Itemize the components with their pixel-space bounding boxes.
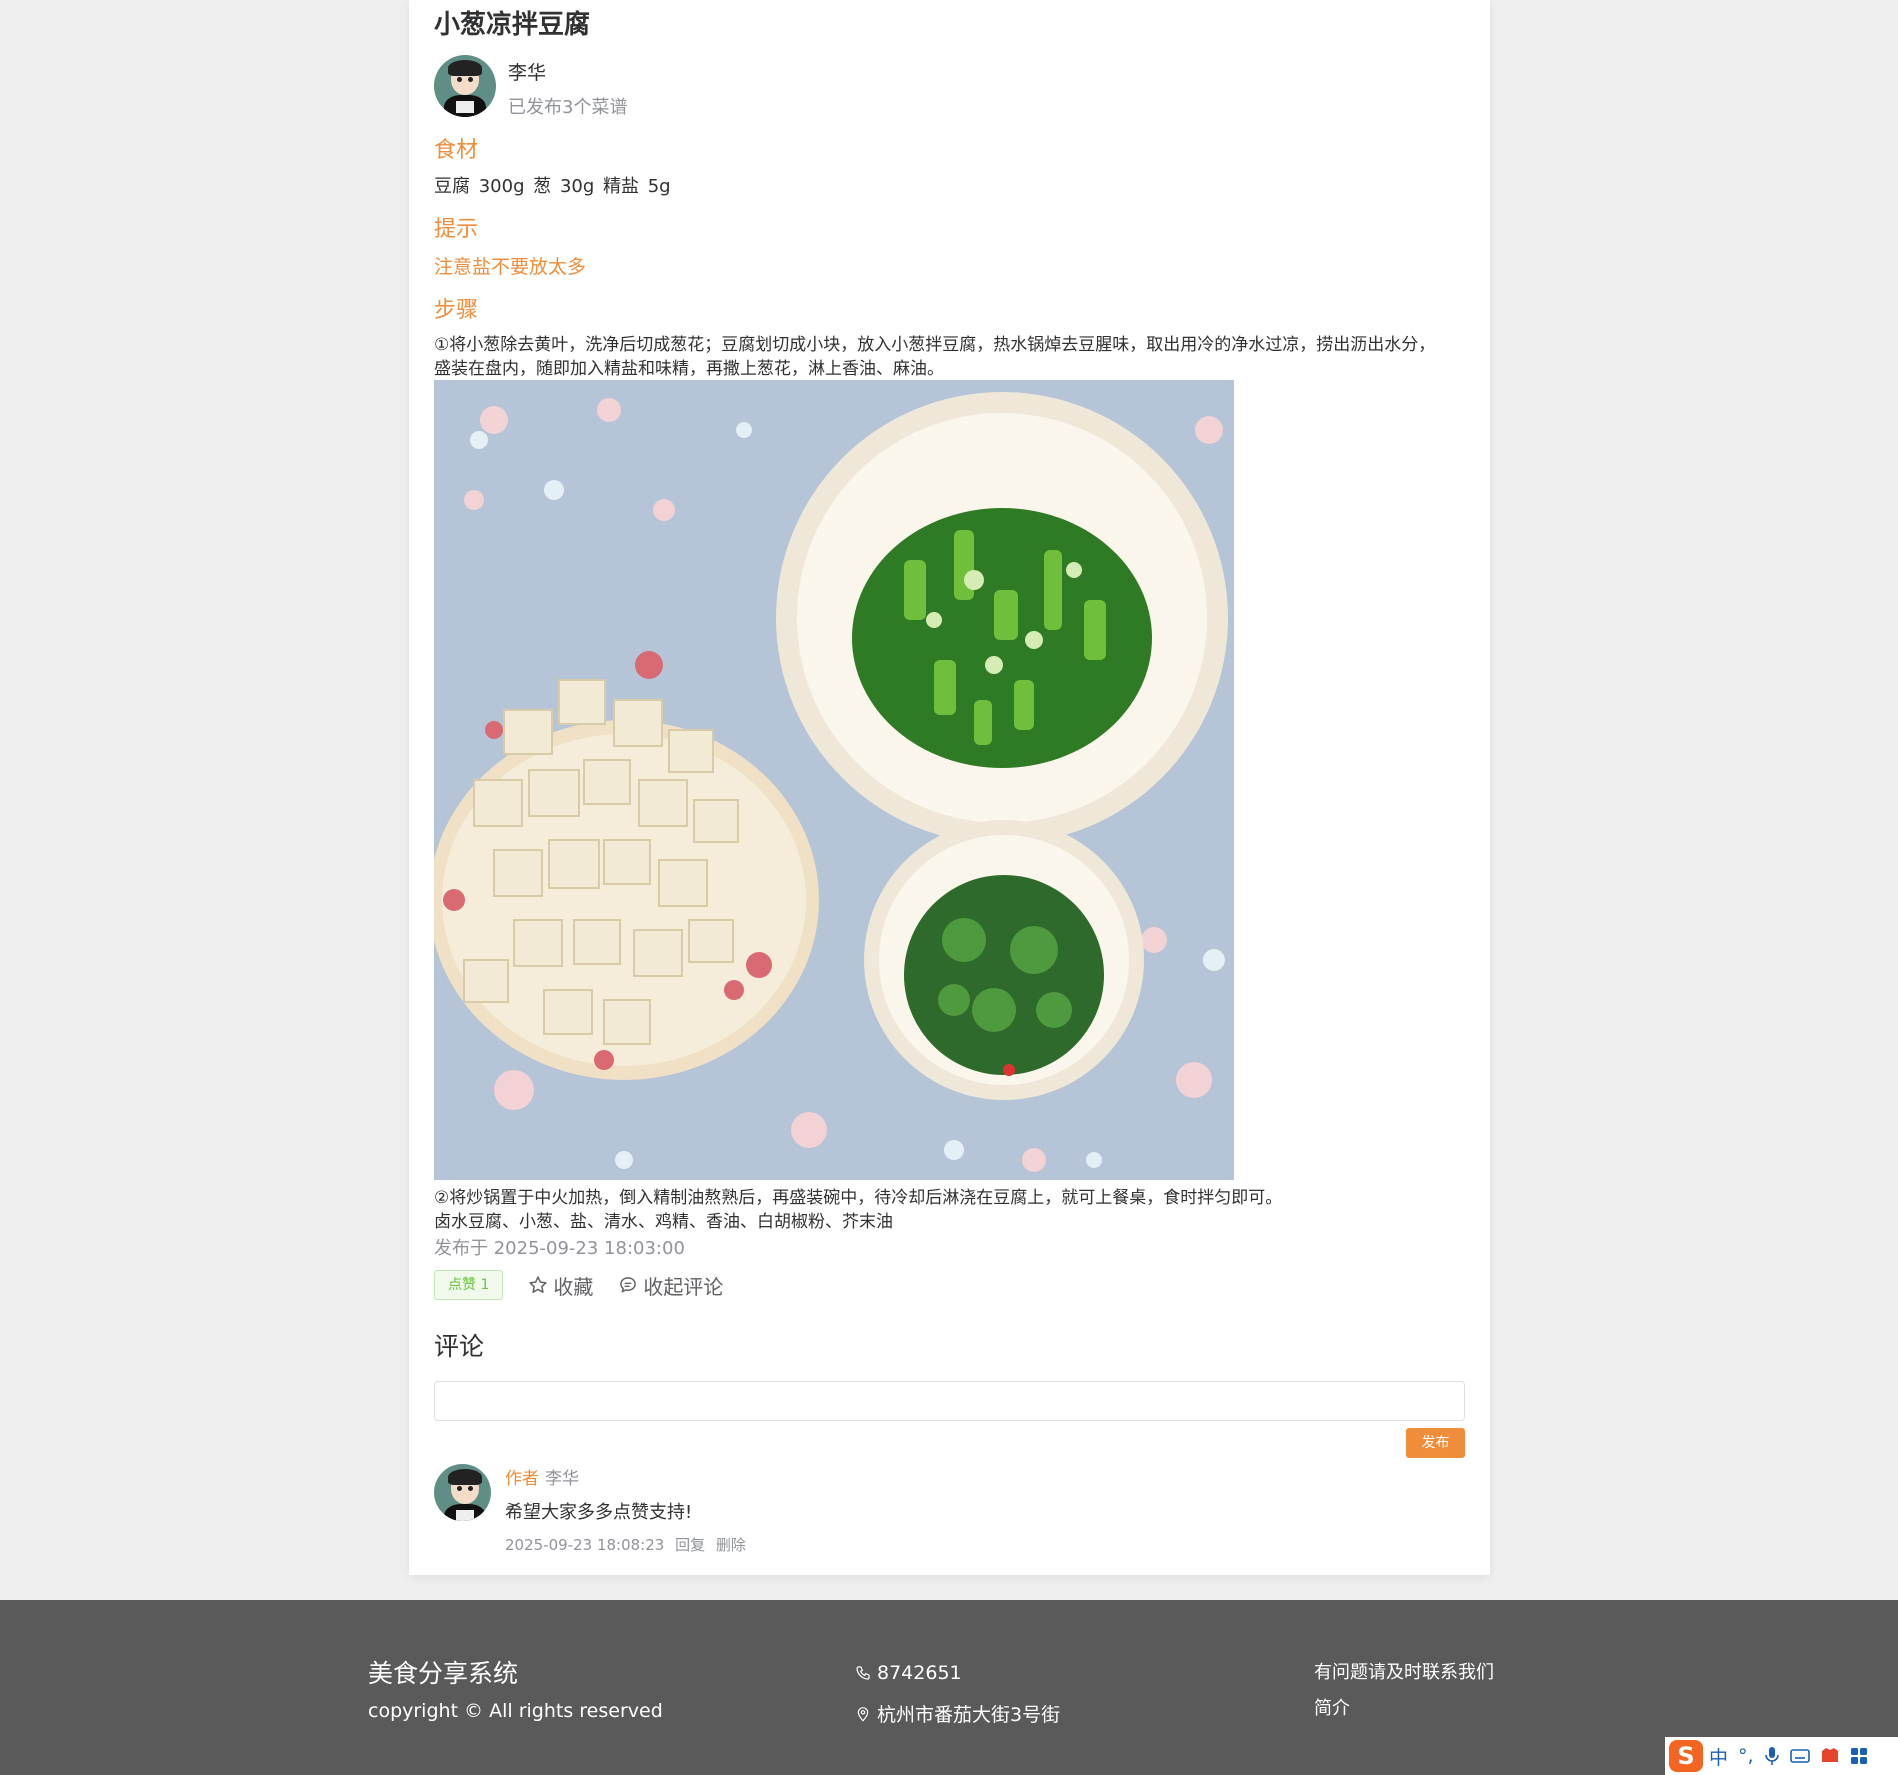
- favorite-label: 收藏: [553, 1274, 594, 1299]
- reply-link[interactable]: 回复: [675, 1536, 705, 1554]
- ime-punct[interactable]: °,: [1738, 1745, 1754, 1767]
- commenter-name: 李华: [545, 1469, 579, 1489]
- phone-icon: [856, 1666, 870, 1680]
- keyboard-icon[interactable]: [1789, 1748, 1810, 1764]
- comment-item: 作者 李华 希望大家多多点赞支持! 2025-09-23 18:08:23 回复 …: [434, 1464, 752, 1555]
- recipe-photo: [434, 380, 1234, 1180]
- footer-brand: 美食分享系统: [368, 1659, 519, 1688]
- site-footer: 美食分享系统 copyright © All rights reserved 8…: [0, 1600, 1898, 1775]
- toolbox-icon[interactable]: [1850, 1747, 1868, 1765]
- microphone-icon[interactable]: [1764, 1746, 1780, 1766]
- ime-mode[interactable]: 中: [1709, 1743, 1728, 1770]
- collapse-comments-label: 收起评论: [643, 1274, 724, 1299]
- footer-phone: 8742651: [855, 1662, 962, 1684]
- footer-address-text: 杭州市番茄大街3号街: [877, 1704, 1061, 1726]
- comment-time: 2025-09-23 18:08:23: [505, 1536, 665, 1554]
- publish-comment-button[interactable]: 发布: [1406, 1428, 1465, 1458]
- footer-phone-number: 8742651: [877, 1662, 962, 1684]
- ingredients-heading: 食材: [434, 138, 479, 163]
- skin-icon[interactable]: [1820, 1747, 1840, 1765]
- published-time: 发布于 2025-09-23 18:03:00: [434, 1238, 685, 1259]
- footer-copyright: copyright © All rights reserved: [368, 1700, 663, 1722]
- step-2: ②将炒锅置于中火加热，倒入精制油熬熟后，再盛装碗中，待冷却后淋浇在豆腐上，就可上…: [434, 1188, 1283, 1208]
- collapse-comments-button[interactable]: 收起评论: [618, 1271, 723, 1300]
- chat-icon: [620, 1277, 637, 1293]
- tips-heading: 提示: [434, 217, 479, 242]
- recipe-title: 小葱凉拌豆腐: [434, 10, 591, 40]
- author-badge: 作者: [505, 1469, 539, 1489]
- recipe-card: 小葱凉拌豆腐 李华 已发布3个菜谱 食材 豆腐 300g 葱 30g 精盐 5g…: [409, 0, 1490, 1575]
- comment-input[interactable]: [434, 1381, 1465, 1421]
- footer-intro-link[interactable]: 简介: [1314, 1694, 1350, 1720]
- author-recipe-count: 已发布3个菜谱: [508, 97, 628, 118]
- favorite-button[interactable]: 收藏: [528, 1271, 593, 1300]
- like-button[interactable]: 点赞 1: [434, 1270, 504, 1300]
- author-info: 李华 已发布3个菜谱: [434, 55, 627, 119]
- sogou-logo-icon[interactable]: S: [1669, 1740, 1703, 1772]
- author-name[interactable]: 李华: [508, 58, 627, 85]
- comment-text: 希望大家多多点赞支持!: [505, 1502, 693, 1523]
- star-icon: [529, 1276, 548, 1293]
- ingredients-list: 豆腐 300g 葱 30g 精盐 5g: [434, 176, 671, 197]
- comments-heading: 评论: [434, 1332, 485, 1361]
- step-3: 卤水豆腐、小葱、盐、清水、鸡精、香油、白胡椒粉、芥末油: [434, 1212, 893, 1232]
- recipe-actions: 点赞 1 收藏 收起评论: [434, 1270, 723, 1300]
- delete-link[interactable]: 删除: [716, 1536, 746, 1554]
- steps-heading: 步骤: [434, 298, 479, 323]
- commenter-avatar[interactable]: [434, 1464, 491, 1521]
- tip-text: 注意盐不要放太多: [434, 256, 587, 278]
- step-1: ①将小葱除去黄叶，洗净后切成葱花；豆腐划切成小块，放入小葱拌豆腐，热水锅焯去豆腥…: [434, 335, 1436, 379]
- author-avatar[interactable]: [434, 55, 496, 117]
- ime-toolbar[interactable]: S 中 °,: [1665, 1737, 1898, 1775]
- location-icon: [857, 1706, 869, 1722]
- footer-contact-note[interactable]: 有问题请及时联系我们: [1314, 1658, 1494, 1684]
- footer-address: 杭州市番茄大街3号街: [855, 1700, 1060, 1727]
